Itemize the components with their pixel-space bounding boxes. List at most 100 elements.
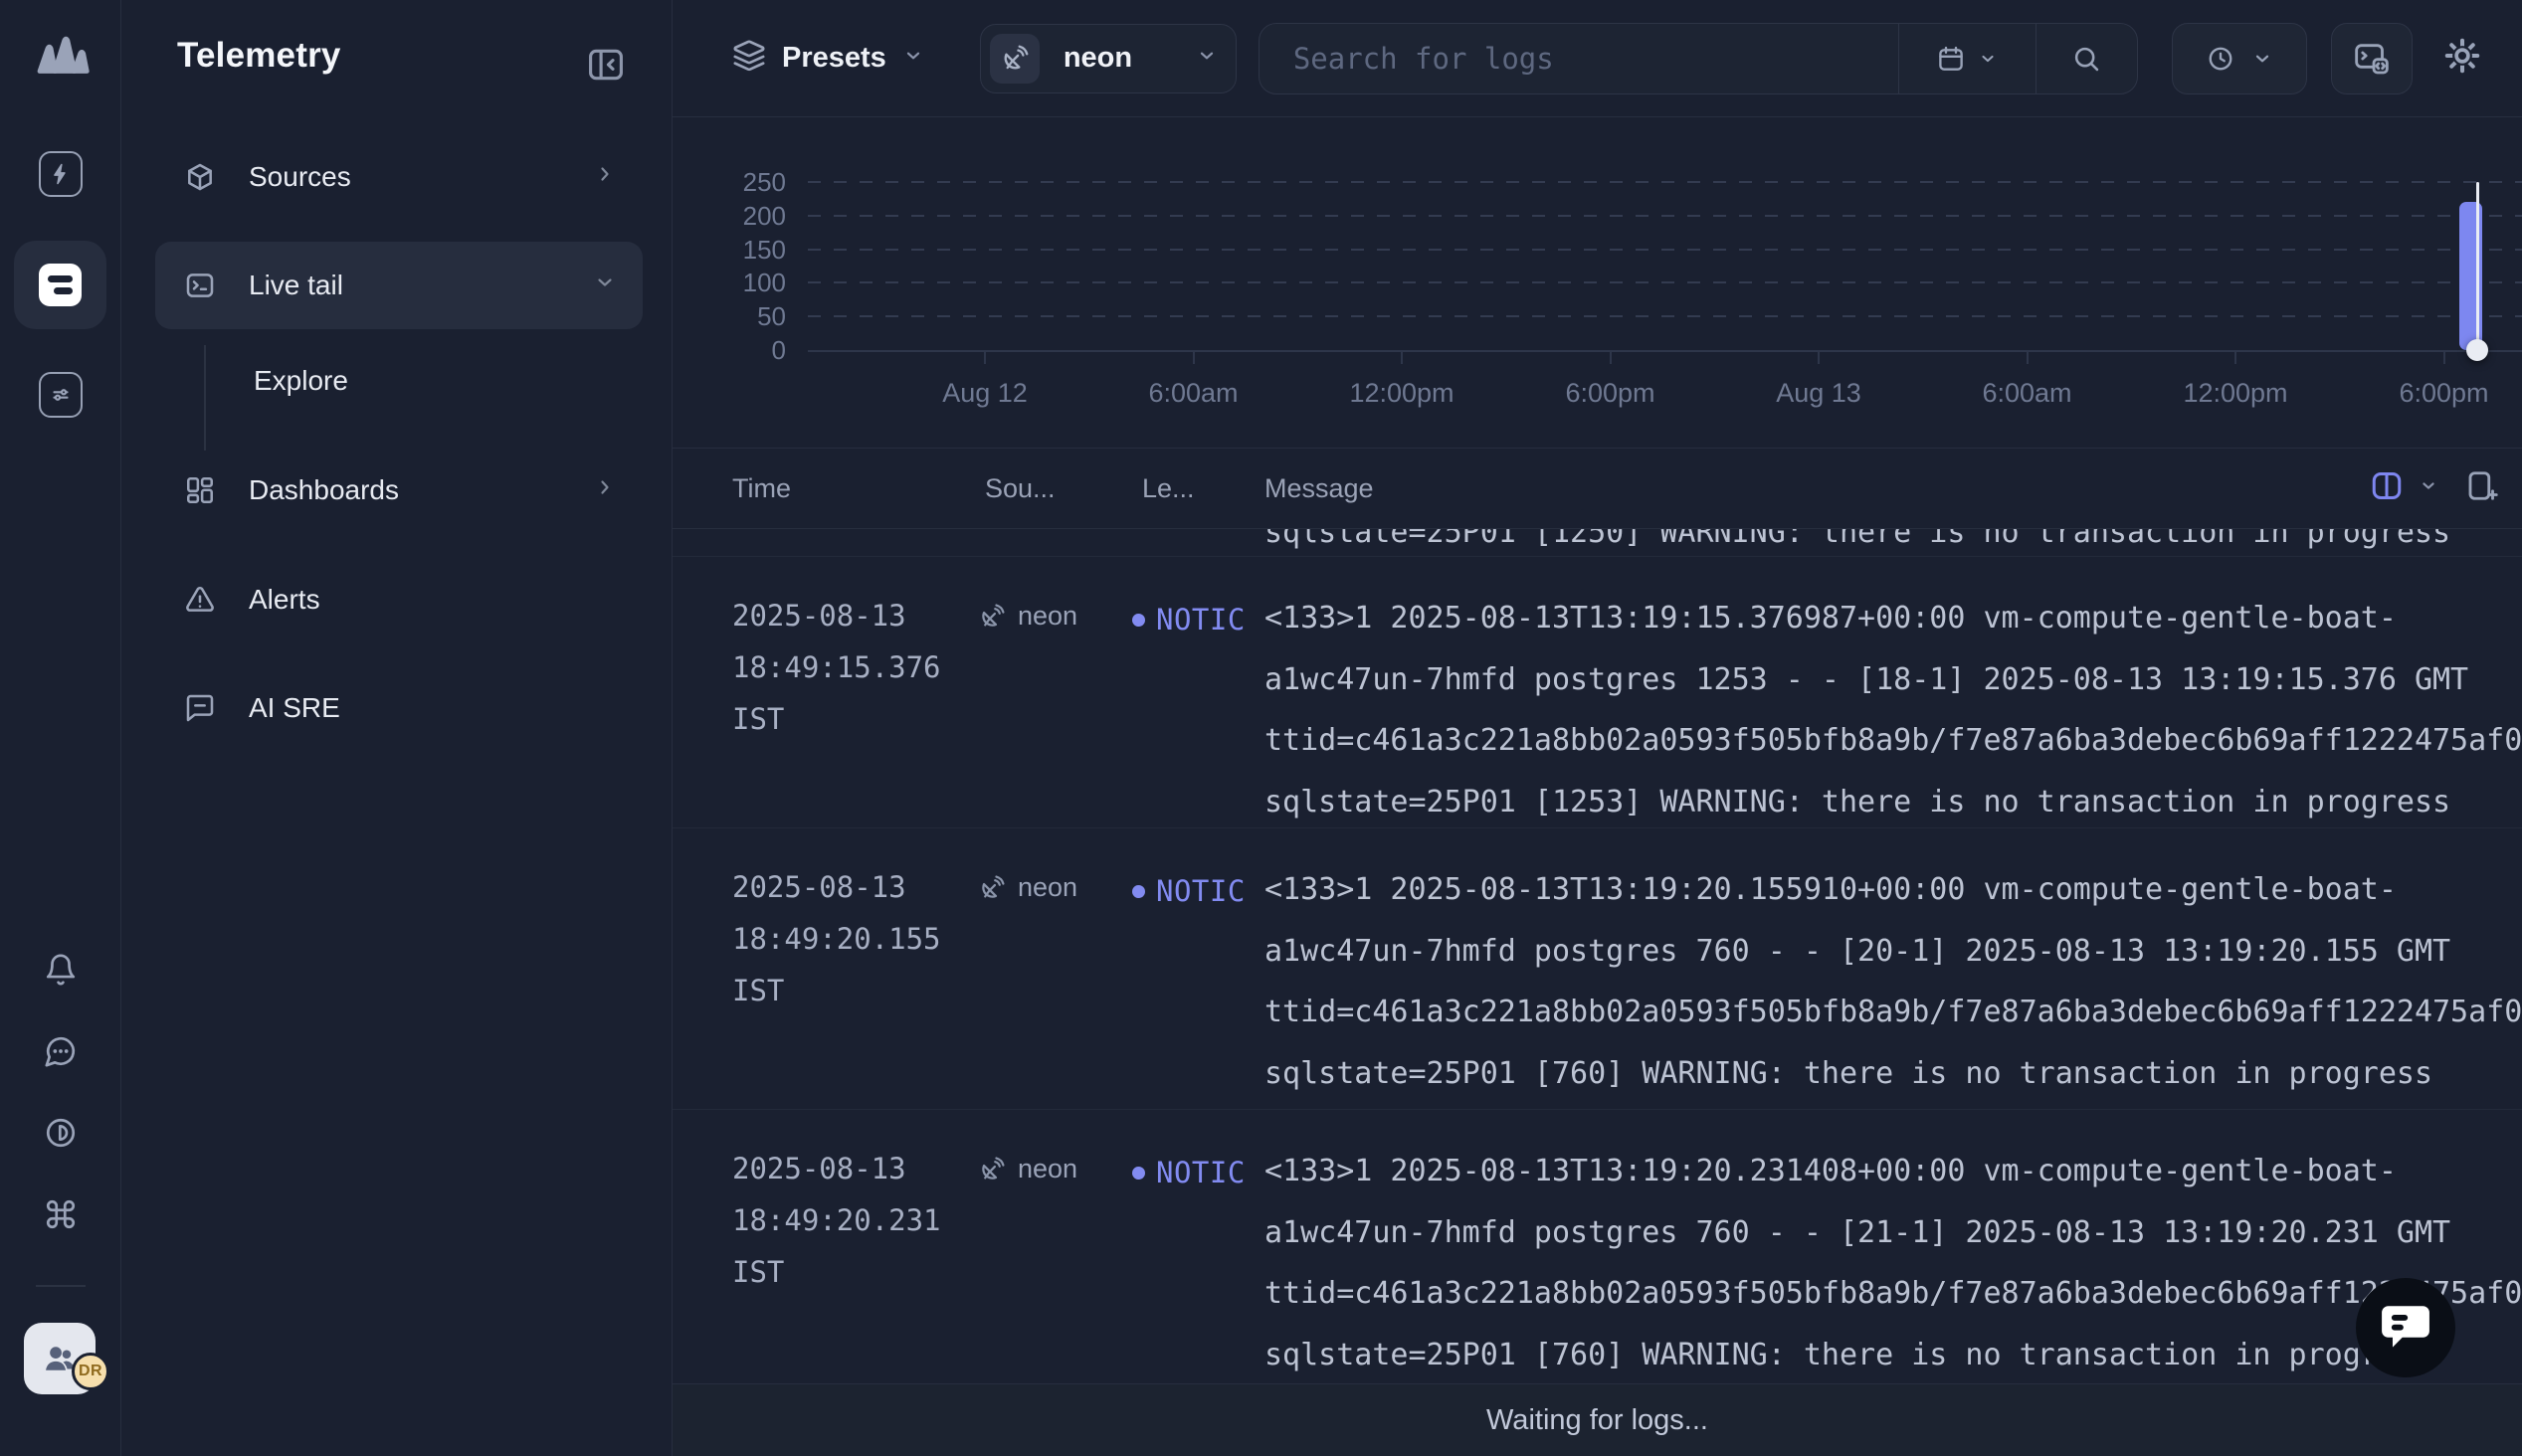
logs-icon xyxy=(39,264,82,306)
chevron-right-icon xyxy=(593,161,617,193)
log-date: 2025-08-13 xyxy=(732,590,975,641)
log-row[interactable]: 2025-08-1318:49:15.376ISTneonNOTIC<133>1… xyxy=(673,557,2522,828)
log-timezone: IST xyxy=(732,965,975,1016)
sidebar-item-label: Dashboards xyxy=(249,474,399,506)
y-axis-tick-label: 150 xyxy=(716,235,786,265)
query-builder-button[interactable] xyxy=(2331,23,2413,94)
presets-dropdown[interactable]: Presets xyxy=(732,39,924,78)
level-dot-icon xyxy=(1132,614,1145,627)
clock-icon xyxy=(2206,44,2235,74)
run-search-button[interactable] xyxy=(2036,24,2137,93)
x-axis-tick-label: Aug 13 xyxy=(1739,378,1898,409)
x-axis-tick-label: 6:00pm xyxy=(2365,378,2522,409)
log-source: neon xyxy=(978,601,1129,632)
bolt-icon xyxy=(48,161,74,187)
log-level: NOTIC xyxy=(1132,1156,1260,1189)
x-axis-tick-label: Aug 12 xyxy=(905,378,1065,409)
chart-cursor-handle[interactable] xyxy=(2466,339,2488,361)
columns-view-button[interactable] xyxy=(2369,468,2405,509)
log-message-line: <133>1 2025-08-13T13:19:15.376987+00:00 … xyxy=(1264,588,2522,649)
rail-shortcuts xyxy=(0,1197,121,1231)
topbar: Presets neon xyxy=(673,0,2522,117)
chevron-down-icon[interactable] xyxy=(2419,476,2438,501)
panel-collapse-icon xyxy=(585,44,627,86)
pipelines-button[interactable] xyxy=(39,372,83,418)
log-row[interactable]: 2025-08-1318:49:20.155ISTneonNOTIC<133>1… xyxy=(673,828,2522,1110)
x-axis-tick-label: 6:00am xyxy=(1948,378,2107,409)
layers-icon xyxy=(732,39,766,78)
service-select[interactable]: neon xyxy=(980,24,1237,93)
search-input[interactable] xyxy=(1260,24,1898,93)
log-time: 2025-08-1318:49:20.231IST xyxy=(732,1110,975,1298)
log-clock: 18:49:20.155 xyxy=(732,913,975,965)
brand-logo-icon[interactable] xyxy=(31,28,91,80)
level-dot-icon xyxy=(1132,885,1145,898)
x-axis-tick-label: 12:00pm xyxy=(2156,378,2315,409)
y-axis-tick-label: 250 xyxy=(716,167,786,197)
log-row[interactable]: 2025-08-1318:49:20.231ISTneonNOTIC<133>1… xyxy=(673,1110,2522,1383)
log-clock: 18:49:15.376 xyxy=(732,641,975,693)
sidebar-item-sources[interactable]: Sources xyxy=(155,147,643,207)
log-list: sqlstate=25P01 [1250] WARNING: there is … xyxy=(673,529,2522,1383)
sidebar-item-explore[interactable]: Explore xyxy=(155,351,643,411)
chart-bar[interactable] xyxy=(2459,202,2482,350)
rail-notifications xyxy=(0,953,121,987)
column-header-source: Sou... xyxy=(985,449,1056,528)
x-axis-tick xyxy=(984,352,986,364)
date-range-button[interactable] xyxy=(1898,24,2036,93)
table-header: Time Sou... Le... Message xyxy=(673,448,2522,529)
log-message-line: a1wc47un-7hmfd postgres 760 - - [20-1] 2… xyxy=(1264,921,2522,983)
antenna-icon xyxy=(978,603,1006,631)
x-axis-tick xyxy=(2027,352,2029,364)
chart-cursor-line[interactable] xyxy=(2476,182,2479,350)
chart-gridline xyxy=(808,281,2522,283)
add-column-button[interactable] xyxy=(2464,468,2500,509)
sidebar-item-live-tail[interactable]: Live tail xyxy=(155,242,643,329)
log-message-line: sqlstate=25P01 [760] WARNING: there is n… xyxy=(1264,1325,2522,1384)
log-message-line: <133>1 2025-08-13T13:19:20.231408+00:00 … xyxy=(1264,1141,2522,1202)
antenna-icon xyxy=(990,34,1040,84)
chart-gridline xyxy=(808,215,2522,217)
calendar-icon xyxy=(1936,44,1966,74)
sidebar-item-ai-sre[interactable]: AI SRE xyxy=(155,678,643,738)
service-name: neon xyxy=(1064,42,1132,75)
y-axis-tick-label: 50 xyxy=(716,301,786,331)
sidebar-item-label: Alerts xyxy=(249,584,320,616)
log-source: neon xyxy=(978,1154,1129,1184)
clipped-log-row[interactable]: sqlstate=25P01 [1250] WARNING: there is … xyxy=(673,529,2522,557)
sidebar-item-label: Explore xyxy=(254,365,348,397)
rail-theme xyxy=(0,1116,121,1150)
log-message-line: <133>1 2025-08-13T13:19:20.155910+00:00 … xyxy=(1264,859,2522,921)
log-message: <133>1 2025-08-13T13:19:15.376987+00:00 … xyxy=(1264,557,2522,832)
time-range-button[interactable] xyxy=(2172,23,2307,94)
sidebar-item-dashboards[interactable]: Dashboards xyxy=(155,460,643,520)
alert-triangle-icon xyxy=(184,584,216,616)
chevron-down-icon xyxy=(1196,45,1218,72)
chat-fab-button[interactable] xyxy=(2356,1278,2455,1377)
terminal-code-icon xyxy=(2352,39,2392,79)
sidebar-item-label: Live tail xyxy=(249,270,343,301)
command-icon[interactable] xyxy=(44,1197,78,1231)
contrast-icon[interactable] xyxy=(44,1116,78,1150)
bell-icon[interactable] xyxy=(44,953,78,987)
log-time: 2025-08-1318:49:20.155IST xyxy=(732,828,975,1016)
sidebar-item-alerts[interactable]: Alerts xyxy=(155,570,643,630)
log-level-text: NOTIC xyxy=(1156,874,1246,908)
chevron-right-icon xyxy=(593,474,617,506)
log-message-line: ttid=c461a3c221a8bb02a0593f505bfb8a9b/f7… xyxy=(1264,1263,2522,1325)
sidebar-item-label: Sources xyxy=(249,161,351,193)
collapse-sidebar-button[interactable] xyxy=(585,44,627,91)
logs-nav-button[interactable] xyxy=(14,241,106,329)
main-area: Presets neon xyxy=(673,0,2522,1456)
rail-divider xyxy=(36,1285,86,1287)
settings-button[interactable] xyxy=(2440,34,2484,83)
chat-dots-icon[interactable] xyxy=(44,1034,78,1068)
getting-started-button[interactable] xyxy=(39,151,83,197)
x-axis-tick-label: 6:00am xyxy=(1114,378,1273,409)
sidebar: Telemetry Sources Live tail xyxy=(121,0,673,1456)
icon-rail: DR xyxy=(0,0,121,1456)
chevron-down-icon xyxy=(902,45,924,72)
antenna-icon xyxy=(978,874,1006,902)
log-level: NOTIC xyxy=(1132,874,1260,908)
table-footer: Waiting for logs... xyxy=(673,1383,2522,1456)
